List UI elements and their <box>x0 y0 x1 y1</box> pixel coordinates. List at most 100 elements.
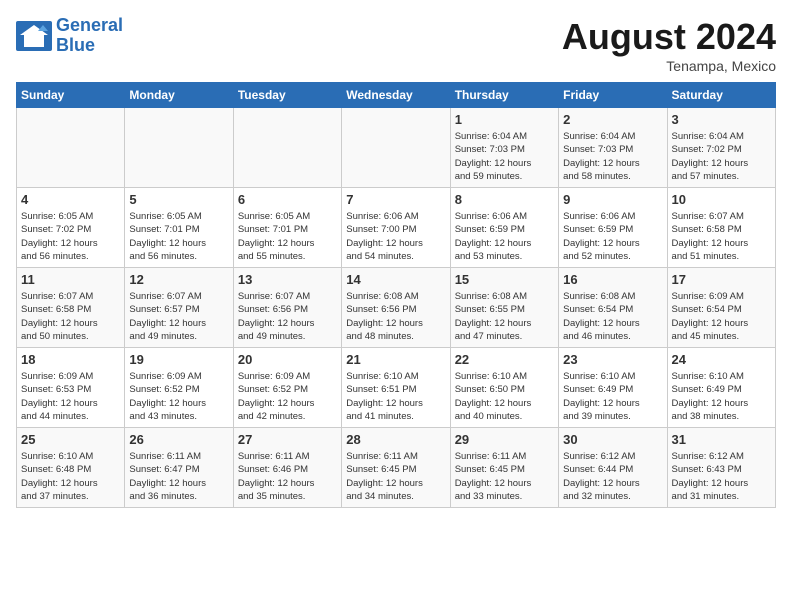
day-info: Sunrise: 6:10 AM Sunset: 6:48 PM Dayligh… <box>21 450 120 503</box>
day-number: 12 <box>129 271 228 289</box>
day-number: 26 <box>129 431 228 449</box>
day-info: Sunrise: 6:04 AM Sunset: 7:02 PM Dayligh… <box>672 130 771 183</box>
calendar-cell <box>17 108 125 188</box>
calendar-week-row: 18Sunrise: 6:09 AM Sunset: 6:53 PM Dayli… <box>17 348 776 428</box>
day-number: 11 <box>21 271 120 289</box>
day-number: 30 <box>563 431 662 449</box>
day-info: Sunrise: 6:09 AM Sunset: 6:52 PM Dayligh… <box>129 370 228 423</box>
day-number: 18 <box>21 351 120 369</box>
weekday-header: Wednesday <box>342 83 450 108</box>
day-info: Sunrise: 6:08 AM Sunset: 6:55 PM Dayligh… <box>455 290 554 343</box>
page-header: General Blue August 2024 Tenampa, Mexico <box>16 16 776 74</box>
weekday-header: Tuesday <box>233 83 341 108</box>
day-number: 21 <box>346 351 445 369</box>
day-number: 20 <box>238 351 337 369</box>
day-number: 23 <box>563 351 662 369</box>
calendar-cell: 16Sunrise: 6:08 AM Sunset: 6:54 PM Dayli… <box>559 268 667 348</box>
day-info: Sunrise: 6:11 AM Sunset: 6:45 PM Dayligh… <box>455 450 554 503</box>
calendar-cell: 18Sunrise: 6:09 AM Sunset: 6:53 PM Dayli… <box>17 348 125 428</box>
day-number: 29 <box>455 431 554 449</box>
calendar-cell: 27Sunrise: 6:11 AM Sunset: 6:46 PM Dayli… <box>233 428 341 508</box>
day-number: 1 <box>455 111 554 129</box>
calendar-cell: 5Sunrise: 6:05 AM Sunset: 7:01 PM Daylig… <box>125 188 233 268</box>
day-number: 22 <box>455 351 554 369</box>
calendar-table: SundayMondayTuesdayWednesdayThursdayFrid… <box>16 82 776 508</box>
calendar-cell <box>342 108 450 188</box>
location: Tenampa, Mexico <box>562 58 776 74</box>
calendar-cell: 21Sunrise: 6:10 AM Sunset: 6:51 PM Dayli… <box>342 348 450 428</box>
calendar-cell: 22Sunrise: 6:10 AM Sunset: 6:50 PM Dayli… <box>450 348 558 428</box>
day-number: 8 <box>455 191 554 209</box>
day-info: Sunrise: 6:05 AM Sunset: 7:02 PM Dayligh… <box>21 210 120 263</box>
calendar-cell: 31Sunrise: 6:12 AM Sunset: 6:43 PM Dayli… <box>667 428 775 508</box>
day-number: 17 <box>672 271 771 289</box>
calendar-cell: 9Sunrise: 6:06 AM Sunset: 6:59 PM Daylig… <box>559 188 667 268</box>
day-info: Sunrise: 6:04 AM Sunset: 7:03 PM Dayligh… <box>455 130 554 183</box>
day-number: 6 <box>238 191 337 209</box>
calendar-cell: 11Sunrise: 6:07 AM Sunset: 6:58 PM Dayli… <box>17 268 125 348</box>
weekday-header: Friday <box>559 83 667 108</box>
day-info: Sunrise: 6:07 AM Sunset: 6:58 PM Dayligh… <box>21 290 120 343</box>
calendar-cell: 6Sunrise: 6:05 AM Sunset: 7:01 PM Daylig… <box>233 188 341 268</box>
title-block: August 2024 Tenampa, Mexico <box>562 16 776 74</box>
day-number: 15 <box>455 271 554 289</box>
day-info: Sunrise: 6:05 AM Sunset: 7:01 PM Dayligh… <box>238 210 337 263</box>
day-number: 16 <box>563 271 662 289</box>
day-info: Sunrise: 6:06 AM Sunset: 6:59 PM Dayligh… <box>563 210 662 263</box>
calendar-cell: 12Sunrise: 6:07 AM Sunset: 6:57 PM Dayli… <box>125 268 233 348</box>
day-number: 24 <box>672 351 771 369</box>
calendar-cell <box>233 108 341 188</box>
day-number: 3 <box>672 111 771 129</box>
calendar-cell: 25Sunrise: 6:10 AM Sunset: 6:48 PM Dayli… <box>17 428 125 508</box>
day-info: Sunrise: 6:10 AM Sunset: 6:50 PM Dayligh… <box>455 370 554 423</box>
calendar-cell: 20Sunrise: 6:09 AM Sunset: 6:52 PM Dayli… <box>233 348 341 428</box>
day-info: Sunrise: 6:09 AM Sunset: 6:52 PM Dayligh… <box>238 370 337 423</box>
logo-text: General Blue <box>56 16 123 56</box>
day-info: Sunrise: 6:09 AM Sunset: 6:53 PM Dayligh… <box>21 370 120 423</box>
calendar-cell: 29Sunrise: 6:11 AM Sunset: 6:45 PM Dayli… <box>450 428 558 508</box>
calendar-cell: 1Sunrise: 6:04 AM Sunset: 7:03 PM Daylig… <box>450 108 558 188</box>
day-info: Sunrise: 6:04 AM Sunset: 7:03 PM Dayligh… <box>563 130 662 183</box>
logo: General Blue <box>16 16 123 56</box>
day-info: Sunrise: 6:10 AM Sunset: 6:51 PM Dayligh… <box>346 370 445 423</box>
day-number: 31 <box>672 431 771 449</box>
day-info: Sunrise: 6:07 AM Sunset: 6:56 PM Dayligh… <box>238 290 337 343</box>
day-info: Sunrise: 6:07 AM Sunset: 6:58 PM Dayligh… <box>672 210 771 263</box>
calendar-cell: 17Sunrise: 6:09 AM Sunset: 6:54 PM Dayli… <box>667 268 775 348</box>
calendar-cell <box>125 108 233 188</box>
calendar-cell: 28Sunrise: 6:11 AM Sunset: 6:45 PM Dayli… <box>342 428 450 508</box>
day-number: 2 <box>563 111 662 129</box>
day-info: Sunrise: 6:11 AM Sunset: 6:45 PM Dayligh… <box>346 450 445 503</box>
calendar-cell: 10Sunrise: 6:07 AM Sunset: 6:58 PM Dayli… <box>667 188 775 268</box>
weekday-header: Monday <box>125 83 233 108</box>
weekday-header: Sunday <box>17 83 125 108</box>
day-info: Sunrise: 6:05 AM Sunset: 7:01 PM Dayligh… <box>129 210 228 263</box>
calendar-cell: 8Sunrise: 6:06 AM Sunset: 6:59 PM Daylig… <box>450 188 558 268</box>
day-number: 19 <box>129 351 228 369</box>
day-number: 4 <box>21 191 120 209</box>
day-number: 5 <box>129 191 228 209</box>
calendar-cell: 26Sunrise: 6:11 AM Sunset: 6:47 PM Dayli… <box>125 428 233 508</box>
day-number: 13 <box>238 271 337 289</box>
day-number: 25 <box>21 431 120 449</box>
calendar-cell: 13Sunrise: 6:07 AM Sunset: 6:56 PM Dayli… <box>233 268 341 348</box>
calendar-cell: 30Sunrise: 6:12 AM Sunset: 6:44 PM Dayli… <box>559 428 667 508</box>
calendar-week-row: 1Sunrise: 6:04 AM Sunset: 7:03 PM Daylig… <box>17 108 776 188</box>
day-number: 28 <box>346 431 445 449</box>
weekday-header: Thursday <box>450 83 558 108</box>
day-number: 14 <box>346 271 445 289</box>
day-info: Sunrise: 6:12 AM Sunset: 6:44 PM Dayligh… <box>563 450 662 503</box>
calendar-cell: 15Sunrise: 6:08 AM Sunset: 6:55 PM Dayli… <box>450 268 558 348</box>
day-number: 27 <box>238 431 337 449</box>
calendar-cell: 7Sunrise: 6:06 AM Sunset: 7:00 PM Daylig… <box>342 188 450 268</box>
calendar-week-row: 4Sunrise: 6:05 AM Sunset: 7:02 PM Daylig… <box>17 188 776 268</box>
calendar-cell: 4Sunrise: 6:05 AM Sunset: 7:02 PM Daylig… <box>17 188 125 268</box>
day-info: Sunrise: 6:08 AM Sunset: 6:54 PM Dayligh… <box>563 290 662 343</box>
month-year: August 2024 <box>562 16 776 58</box>
day-info: Sunrise: 6:06 AM Sunset: 7:00 PM Dayligh… <box>346 210 445 263</box>
day-info: Sunrise: 6:08 AM Sunset: 6:56 PM Dayligh… <box>346 290 445 343</box>
day-info: Sunrise: 6:11 AM Sunset: 6:47 PM Dayligh… <box>129 450 228 503</box>
day-info: Sunrise: 6:12 AM Sunset: 6:43 PM Dayligh… <box>672 450 771 503</box>
calendar-cell: 23Sunrise: 6:10 AM Sunset: 6:49 PM Dayli… <box>559 348 667 428</box>
calendar-cell: 24Sunrise: 6:10 AM Sunset: 6:49 PM Dayli… <box>667 348 775 428</box>
